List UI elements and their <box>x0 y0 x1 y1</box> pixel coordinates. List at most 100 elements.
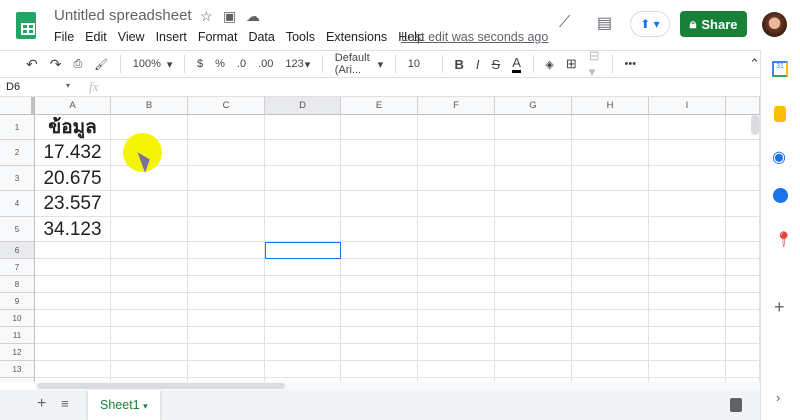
cell-b5[interactable] <box>111 217 188 242</box>
cell-c2[interactable] <box>188 140 265 166</box>
cell-h4[interactable] <box>572 191 649 217</box>
row-header-3[interactable]: 3 <box>0 166 35 191</box>
cell-g11[interactable] <box>495 327 572 344</box>
cell-i6[interactable] <box>649 242 726 259</box>
cell-d4[interactable] <box>265 191 341 217</box>
cell-a11[interactable] <box>35 327 111 344</box>
cell-g1[interactable] <box>495 115 572 140</box>
cell-d12[interactable] <box>265 344 341 361</box>
cell-f10[interactable] <box>418 310 495 327</box>
collapse-toolbar-icon[interactable]: ⌃ <box>749 56 760 72</box>
cell-e1[interactable] <box>341 115 418 140</box>
cell-b13[interactable] <box>111 361 188 378</box>
borders-icon[interactable]: ⊞ <box>566 56 577 72</box>
cell-c8[interactable] <box>188 276 265 293</box>
cell-b12[interactable] <box>111 344 188 361</box>
cell-g3[interactable] <box>495 166 572 191</box>
cell-a12[interactable] <box>35 344 111 361</box>
strikethrough-button[interactable]: S <box>492 57 501 72</box>
vertical-scrollbar[interactable] <box>751 115 759 135</box>
row-header-9[interactable]: 9 <box>0 293 35 310</box>
cell-i12[interactable] <box>649 344 726 361</box>
cell-11[interactable] <box>726 327 760 344</box>
sheet-tab-sheet1[interactable]: Sheet1 ▾ <box>88 390 160 420</box>
cell-b8[interactable] <box>111 276 188 293</box>
cell-a8[interactable] <box>35 276 111 293</box>
cell-9[interactable] <box>726 293 760 310</box>
menu-format[interactable]: Format <box>198 30 238 44</box>
formula-input[interactable] <box>110 81 750 95</box>
star-icon[interactable]: ☆ <box>200 8 213 25</box>
cell-e2[interactable] <box>341 140 418 166</box>
cell-g10[interactable] <box>495 310 572 327</box>
cell-c7[interactable] <box>188 259 265 276</box>
cell-8[interactable] <box>726 276 760 293</box>
number-format-select[interactable]: 123 <box>285 58 303 70</box>
cell-a1[interactable]: ข้อมูล <box>35 115 111 140</box>
cell-d9[interactable] <box>265 293 341 310</box>
cell-d3[interactable] <box>265 166 341 191</box>
cell-i1[interactable] <box>649 115 726 140</box>
select-all-corner[interactable] <box>0 97 35 115</box>
column-header-b[interactable]: B <box>111 97 188 115</box>
cell-h8[interactable] <box>572 276 649 293</box>
cell-i8[interactable] <box>649 276 726 293</box>
contacts-icon[interactable] <box>773 188 788 203</box>
cell-b11[interactable] <box>111 327 188 344</box>
row-header-13[interactable]: 13 <box>0 361 35 378</box>
cell-b7[interactable] <box>111 259 188 276</box>
cell-i2[interactable] <box>649 140 726 166</box>
row-header-8[interactable]: 8 <box>0 276 35 293</box>
move-folder-icon[interactable]: ▣ <box>223 8 236 25</box>
cell-h5[interactable] <box>572 217 649 242</box>
cell-g12[interactable] <box>495 344 572 361</box>
cell-c3[interactable] <box>188 166 265 191</box>
cell-10[interactable] <box>726 310 760 327</box>
column-header-c[interactable]: C <box>188 97 265 115</box>
add-sheet-icon[interactable]: + <box>37 395 46 413</box>
spreadsheet-grid[interactable]: A B C D E F G H I 1 ข้อมูล 2 17.432 3 20.675 4 23.557 5 34… <box>0 97 760 382</box>
menu-insert[interactable]: Insert <box>156 30 187 44</box>
expand-panel-icon[interactable]: › <box>776 390 780 405</box>
cell-e9[interactable] <box>341 293 418 310</box>
row-header-5[interactable]: 5 <box>0 217 35 242</box>
cell-7[interactable] <box>726 259 760 276</box>
cell-f12[interactable] <box>418 344 495 361</box>
name-box[interactable]: D6 <box>6 81 20 93</box>
cell-f13[interactable] <box>418 361 495 378</box>
cell-h9[interactable] <box>572 293 649 310</box>
cell-d13[interactable] <box>265 361 341 378</box>
cell-e10[interactable] <box>341 310 418 327</box>
add-addon-icon[interactable]: + <box>774 297 785 318</box>
chevron-down-icon[interactable]: ▾ <box>66 81 70 90</box>
row-header-7[interactable]: 7 <box>0 259 35 276</box>
share-button[interactable]: 🔒︎ Share <box>680 11 747 37</box>
cell-i4[interactable] <box>649 191 726 217</box>
zoom-select[interactable]: 100% <box>133 58 161 70</box>
cell-h7[interactable] <box>572 259 649 276</box>
cell-h10[interactable] <box>572 310 649 327</box>
last-edit-link[interactable]: Last edit was seconds ago <box>401 30 548 44</box>
cell-i9[interactable] <box>649 293 726 310</box>
cell-c1[interactable] <box>188 115 265 140</box>
paint-format-icon[interactable]: 🖌︎ <box>94 58 108 71</box>
tasks-icon[interactable]: ◉ <box>772 147 786 167</box>
cell-f3[interactable] <box>418 166 495 191</box>
font-size-select[interactable]: 10 <box>408 58 420 70</box>
decrease-decimal-button[interactable]: .0 <box>237 58 246 70</box>
present-button[interactable]: ⬆ ▾ <box>630 11 670 37</box>
cell-h1[interactable] <box>572 115 649 140</box>
cell-b10[interactable] <box>111 310 188 327</box>
column-header-a[interactable]: A <box>35 97 111 115</box>
cell-g8[interactable] <box>495 276 572 293</box>
cell-c11[interactable] <box>188 327 265 344</box>
activity-trend-icon[interactable]: ⟋ <box>559 14 570 32</box>
cell-e11[interactable] <box>341 327 418 344</box>
merge-cells-icon[interactable]: ⊟ ▾ <box>589 48 600 80</box>
menu-extensions[interactable]: Extensions <box>326 30 387 44</box>
maps-icon[interactable]: 📍︎ <box>774 230 793 248</box>
cell-e4[interactable] <box>341 191 418 217</box>
cell-4[interactable] <box>726 191 760 217</box>
row-header-14[interactable]: 14 <box>0 378 35 382</box>
row-header-1[interactable]: 1 <box>0 115 35 140</box>
